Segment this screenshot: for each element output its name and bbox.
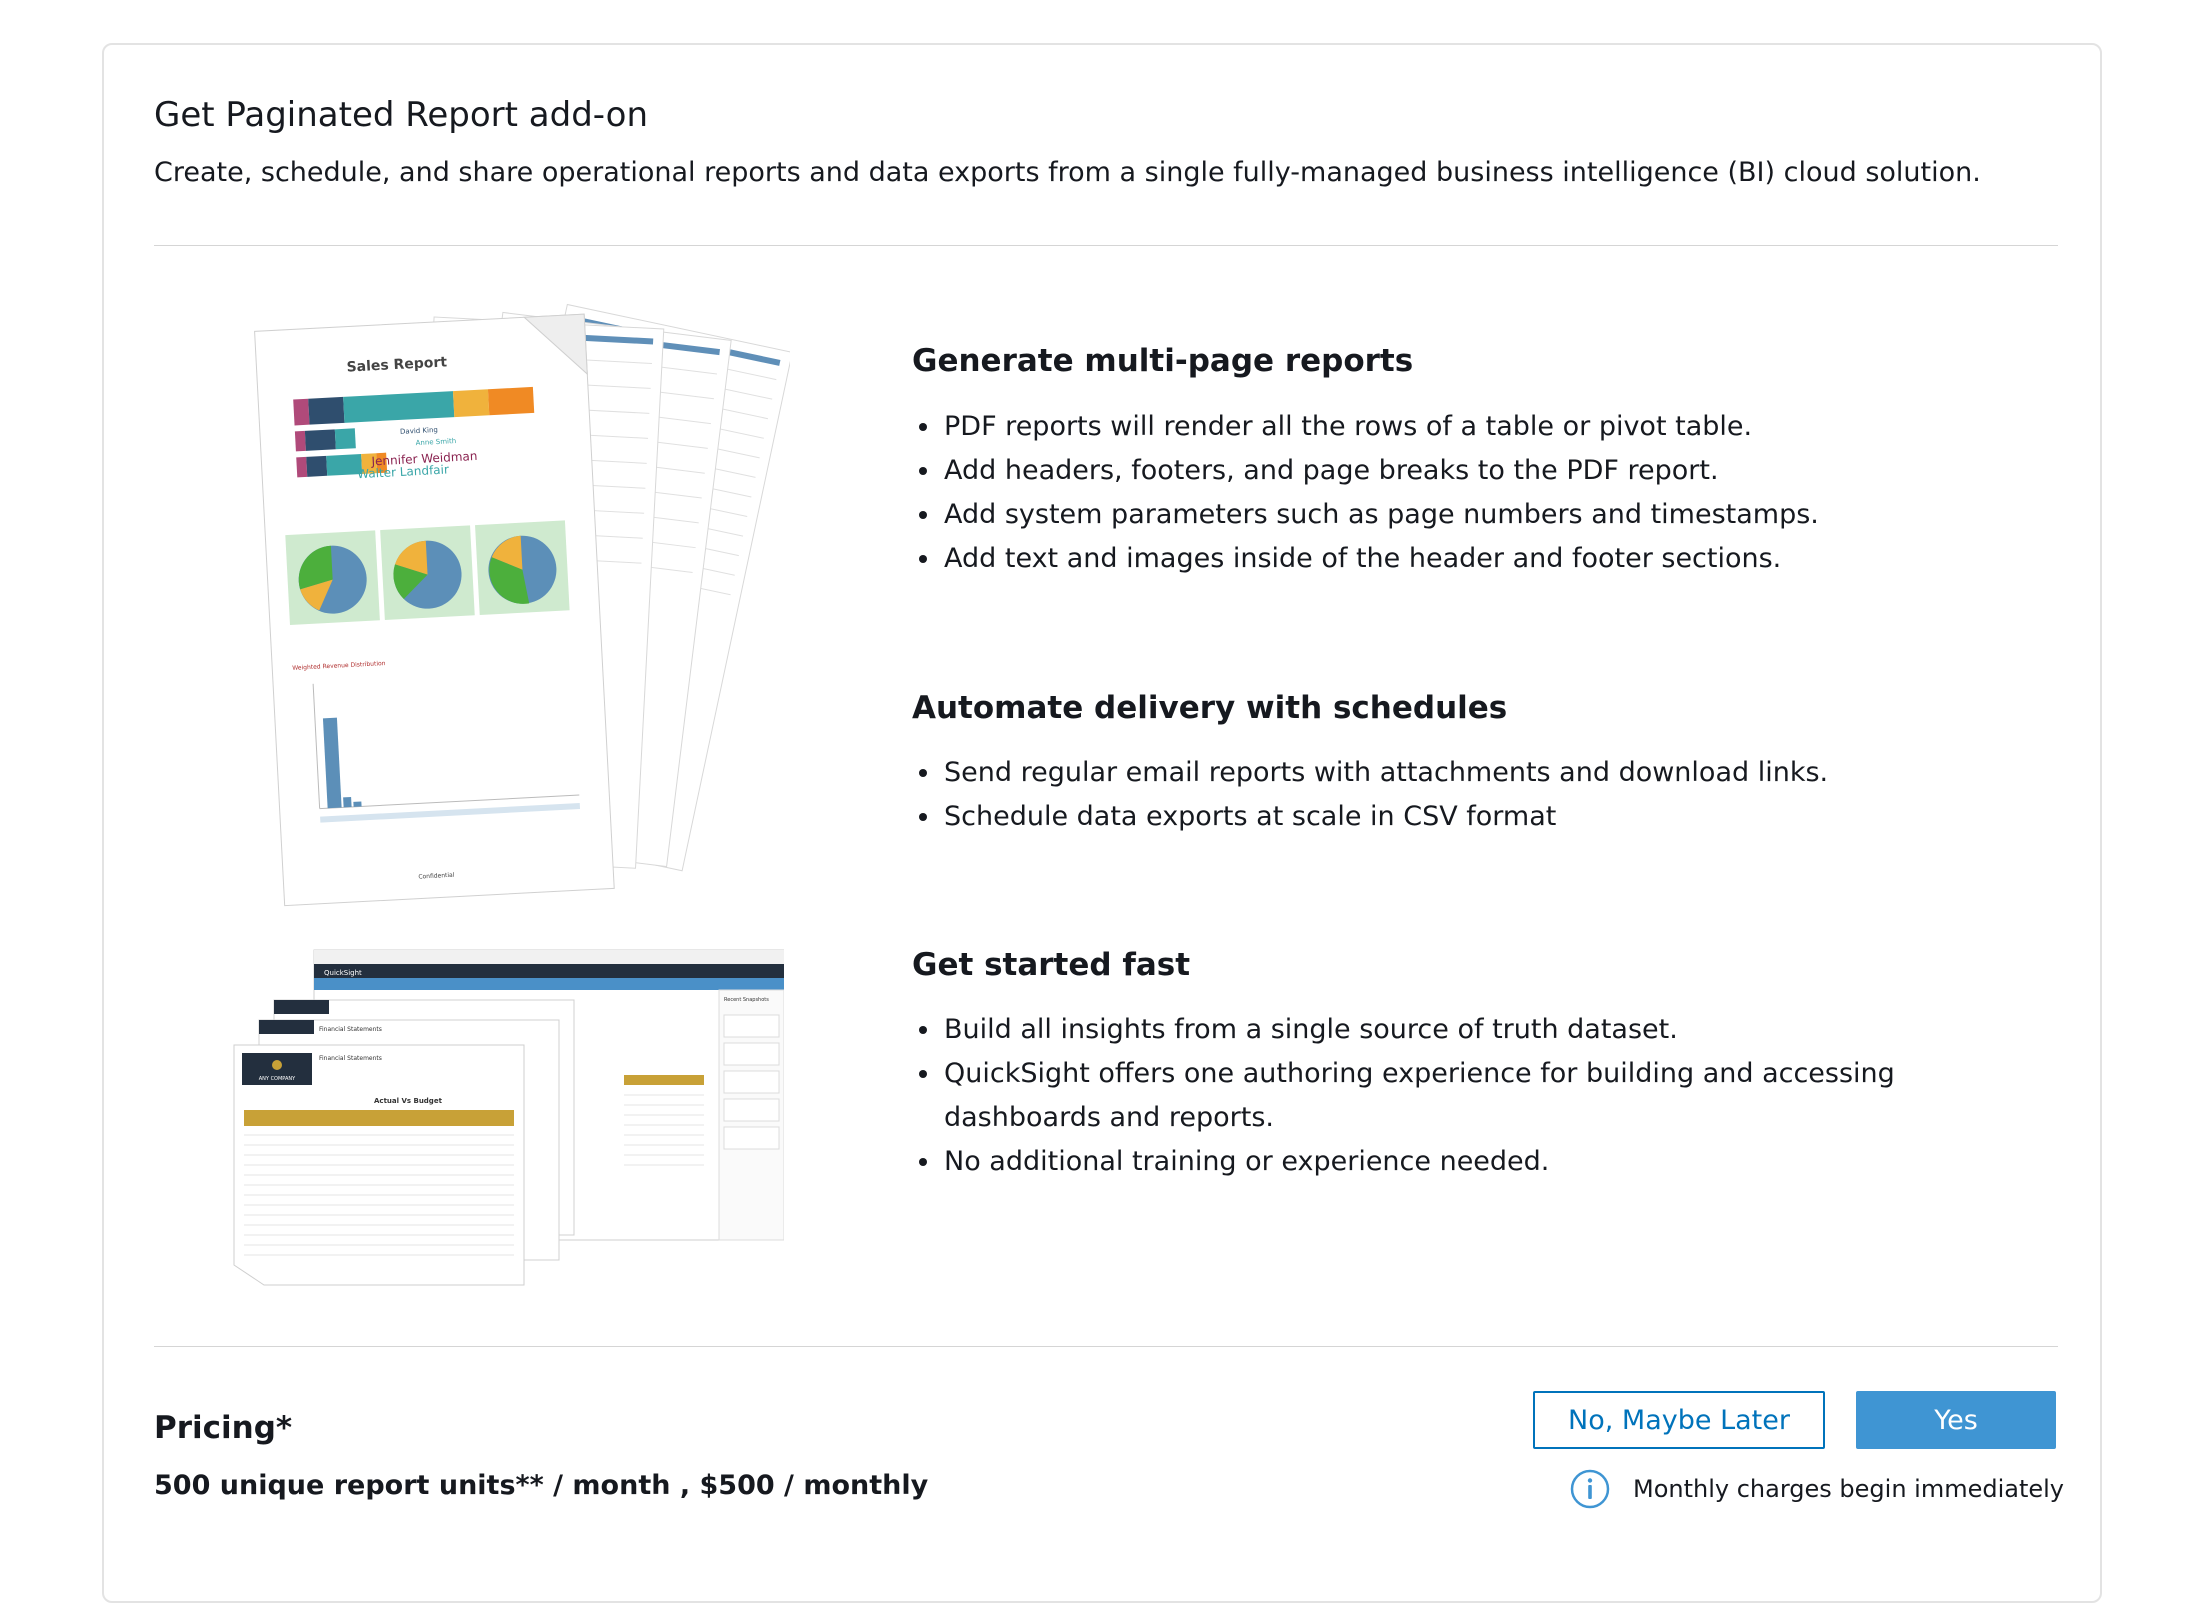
top-divider — [154, 245, 2058, 246]
charges-notice-text: Monthly charges begin immediately — [1633, 1475, 2065, 1503]
bottom-divider — [154, 1346, 2058, 1347]
list-item: QuickSight offers one authoring experien… — [942, 1052, 1992, 1140]
maybe-later-button[interactable]: No, Maybe Later — [1533, 1391, 1825, 1449]
section-list-schedules: Send regular email reports with attachme… — [912, 751, 1828, 839]
charges-notice: Monthly charges begin immediately — [1569, 1468, 2064, 1510]
financial-subtitle: Actual Vs Budget — [374, 1097, 443, 1105]
list-item: No additional training or experience nee… — [942, 1140, 1992, 1184]
quicksight-illustration: QuickSight Recent Snapshots Financial St… — [233, 949, 784, 1286]
page-title: Get Paginated Report add-on — [154, 95, 649, 135]
sales-report-illustration: Sales Report David King Anne Smith Jenni… — [254, 303, 790, 907]
list-item: Add headers, footers, and page breaks to… — [942, 449, 1819, 493]
pricing-title: Pricing* — [154, 1410, 293, 1446]
list-item: Send regular email reports with attachme… — [942, 751, 1828, 795]
info-icon — [1570, 1469, 1610, 1509]
page-description: Create, schedule, and share operational … — [154, 157, 1981, 188]
section-title-schedules: Automate delivery with schedules — [912, 690, 1508, 726]
quicksight-panel-title: Recent Snapshots — [724, 997, 769, 1003]
yes-button[interactable]: Yes — [1856, 1391, 2056, 1449]
addon-card: Get Paginated Report add-on Create, sche… — [102, 43, 2102, 1603]
section-list-multipage: PDF reports will render all the rows of … — [912, 405, 1819, 581]
list-item: PDF reports will render all the rows of … — [942, 405, 1819, 449]
section-title-multipage: Generate multi-page reports — [912, 343, 1414, 379]
financial-title-front: Financial Statements — [319, 1055, 382, 1062]
pricing-detail: 500 unique report units** / month , $500… — [154, 1470, 929, 1501]
company-name: ANY COMPANY — [259, 1076, 296, 1082]
quicksight-app-name: QuickSight — [324, 969, 362, 977]
list-item: Schedule data exports at scale in CSV fo… — [942, 795, 1828, 839]
list-item: Add text and images inside of the header… — [942, 537, 1819, 581]
financial-title-back: Financial Statements — [319, 1026, 382, 1033]
list-item: Add system parameters such as page numbe… — [942, 493, 1819, 537]
list-item: Build all insights from a single source … — [942, 1008, 1992, 1052]
section-title-get-started: Get started fast — [912, 947, 1191, 983]
section-list-get-started: Build all insights from a single source … — [912, 1008, 1992, 1184]
